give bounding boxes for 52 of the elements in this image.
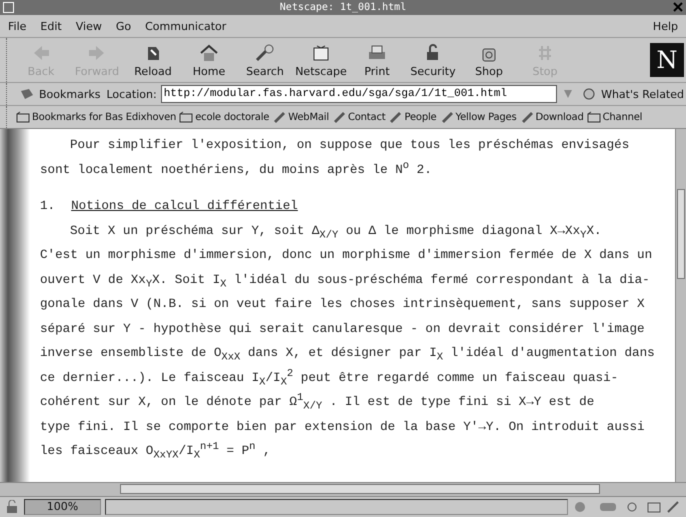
bookmark-link[interactable]: People xyxy=(388,111,437,123)
document-text: inverse ensembliste de O$_{XxX}$ dans X, et désigner par I$_{X}$ l'idéal d'augmentation dans xyxy=(40,346,655,360)
bookmark-folder[interactable]: ecole doctorale xyxy=(179,111,270,123)
menu-item[interactable]: Go xyxy=(116,20,132,32)
location-label: Location: xyxy=(106,88,157,100)
menu-item[interactable]: File xyxy=(8,20,26,32)
document-text: les faisceaux O$_{XxYX}$/I$_{X}$$^{n+1}$ = P$^{n}$ , xyxy=(40,444,271,458)
bookmark-link[interactable]: Download xyxy=(520,111,584,123)
home-icon xyxy=(198,42,220,62)
horizontal-scrollbar[interactable] xyxy=(0,482,686,496)
shop-button[interactable]: Shop xyxy=(461,39,517,81)
menu-item[interactable]: Edit xyxy=(40,20,62,32)
folder-icon xyxy=(586,111,601,123)
zoom-level: 100% xyxy=(24,499,101,515)
vertical-scrollbar[interactable] xyxy=(675,129,686,482)
section-number: 1. xyxy=(40,198,56,215)
netscape-logo: N xyxy=(650,43,684,77)
security-button[interactable]: Security xyxy=(405,39,461,81)
lock-icon xyxy=(4,500,20,514)
menu-item[interactable]: Communicator xyxy=(145,20,226,32)
document-text: cohérent sur X, on le dénote par Ω$^{1}$$_{X/Y}$ . Il est de type fini si X→Y est de xyxy=(40,395,594,409)
search-button[interactable]: Search xyxy=(237,39,293,81)
document-text: Pour simplifier l'exposition, on suppose que tous les préschémas envisagés xyxy=(70,138,630,152)
window-title: Netscape: 1t_001.html xyxy=(280,2,406,13)
document-text: C'est un morphisme d'immersion, donc un morphisme d'immersion fermée de X dans un xyxy=(40,248,652,262)
window-menu-icon[interactable] xyxy=(3,2,14,13)
bookmark-link[interactable]: Yellow Pages xyxy=(440,111,516,123)
document-text: type fini. Il se comporte bien par extension de la base Y'→Y. On introduit aussi xyxy=(40,420,645,434)
close-icon[interactable] xyxy=(672,1,684,13)
home-button[interactable]: Home xyxy=(181,39,237,81)
section-heading: Notions de calcul différentiel xyxy=(71,198,298,215)
bookmark-folder[interactable]: Bookmarks for Bas Edixhoven xyxy=(16,111,176,123)
bookmark-link[interactable]: Contact xyxy=(332,111,386,123)
print-button[interactable]: Print xyxy=(349,39,405,81)
menu-item[interactable]: Help xyxy=(652,20,678,32)
bookmark-link[interactable]: WebMail xyxy=(272,111,329,123)
document-text: Soit X un préschéma sur Y, soit Δ$_{X/Y}$ ou Δ le morphisme diagonal X→Xx$_{Y}$X. xyxy=(70,224,602,238)
document-text: ce dernier...). Le faisceau I$_{X}$/I$_{X}$$^{2}$ peut être regardé comme un faisceau quasi- xyxy=(40,370,618,384)
bookmarks-button[interactable]: Bookmarks xyxy=(17,87,102,101)
document-text: séparé sur Y - hypothèse qui serait canularesque - on devrait considérer l'image xyxy=(40,322,645,336)
document-text: ouvert V de Xx$_{Y}$X. Soit I$_{X}$ l'idéal du sous-préschéma fermé correspondant à la dia- xyxy=(40,272,650,286)
folder-icon xyxy=(179,111,194,123)
document-text: sont localement noethériens, du moins après le N$^{o}$ 2. xyxy=(40,162,432,176)
document-text: gonale dans V (N.B. si on veut faire les choses intrinsèquement, sans supposer X xyxy=(40,297,645,311)
search-icon xyxy=(254,42,276,62)
whats-related-button[interactable]: What's Related xyxy=(579,87,686,101)
folder-icon xyxy=(16,111,30,123)
menu-item[interactable]: View xyxy=(76,20,102,32)
reload-button[interactable]: Reload xyxy=(125,39,181,81)
url-field[interactable]: http://modular.fas.harvard.edu/sga/sga/1/1t_001.html xyxy=(160,85,558,103)
netscape-button[interactable]: Netscape xyxy=(293,39,349,81)
bookmark-folder[interactable]: Channel xyxy=(586,111,642,123)
